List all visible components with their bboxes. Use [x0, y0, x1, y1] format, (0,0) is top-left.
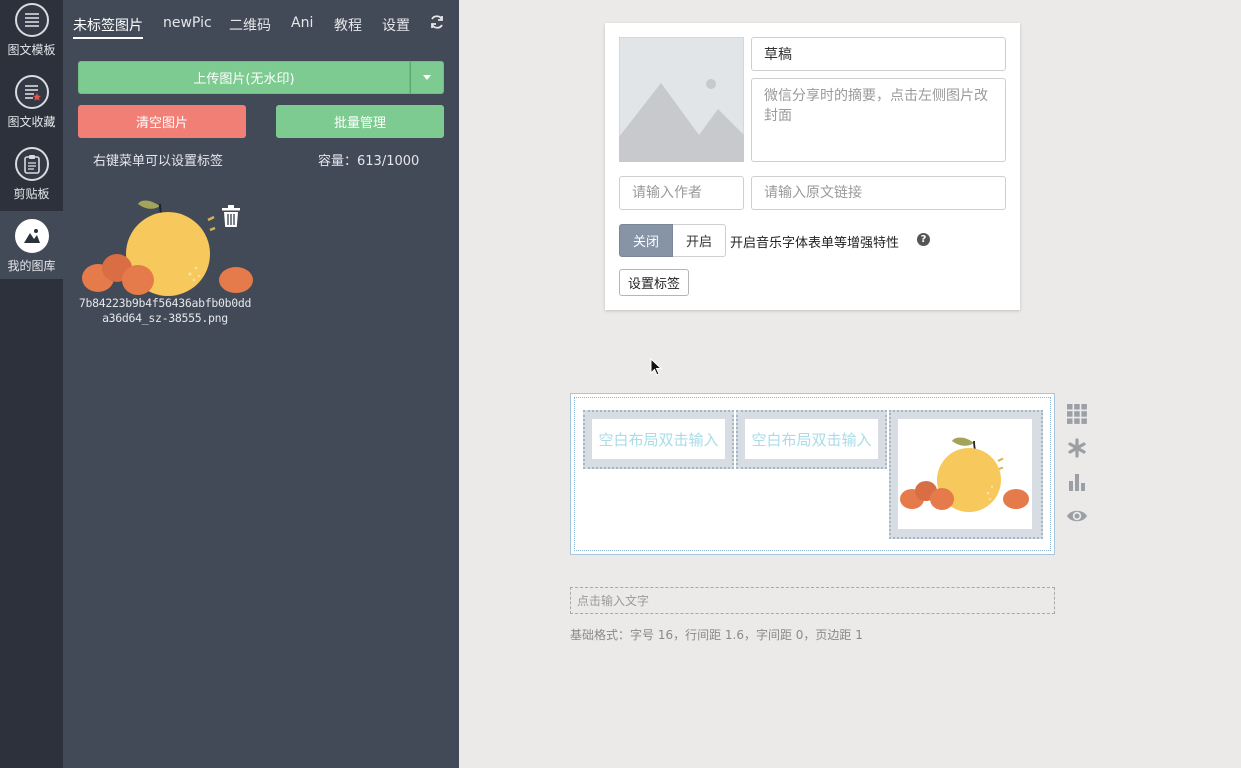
bar-chart-icon[interactable] — [1066, 471, 1090, 495]
layout-image[interactable] — [898, 419, 1032, 529]
batch-manage-button[interactable]: 批量管理 — [276, 105, 444, 138]
rail-item-clipboard[interactable]: 剪贴板 — [0, 144, 63, 212]
asterisk-settings-icon[interactable] — [1066, 437, 1090, 461]
article-title-input[interactable] — [751, 37, 1006, 71]
capacity-label: 容量：613/1000 — [318, 154, 420, 169]
gallery-panel: 未标签图片 newPic 二维码 Ani 教程 设置 上传图片(无水印) 清空图… — [63, 0, 459, 768]
author-input[interactable] — [619, 176, 744, 210]
format-info: 基础格式：字号 16，行间距 1.6，字间距 0，页边距 1 — [570, 628, 863, 642]
upload-button[interactable]: 上传图片(无水印) — [78, 61, 410, 94]
cover-image-placeholder[interactable] — [618, 36, 745, 163]
help-icon[interactable]: ? — [917, 233, 930, 246]
blank-layout-cell[interactable]: 空白布局双击输入 — [736, 410, 887, 469]
rail-item-gallery[interactable]: 我的图库 — [0, 211, 63, 279]
refresh-icon[interactable] — [429, 14, 447, 32]
favorites-icon — [14, 75, 49, 109]
blank-layout-cell[interactable]: 空白布局双击输入 — [583, 410, 734, 469]
tab-tutorial[interactable]: 教程 — [334, 15, 362, 35]
blank-cell-placeholder[interactable]: 空白布局双击输入 — [745, 419, 878, 459]
toggle-on-button[interactable]: 开启 — [673, 224, 726, 257]
caret-down-icon — [423, 75, 431, 80]
gallery-tabs: 未标签图片 newPic 二维码 Ani 教程 设置 — [63, 0, 459, 40]
left-rail: 图文模板 图文收藏 剪贴板 我的图库 — [0, 0, 63, 768]
clear-images-button[interactable]: 清空图片 — [78, 105, 246, 138]
tag-hint: 右键菜单可以设置标签 — [93, 154, 224, 169]
trash-icon[interactable] — [221, 204, 241, 228]
digest-textarea[interactable] — [751, 78, 1006, 162]
image-layout-cell[interactable] — [889, 410, 1043, 539]
blank-cell-placeholder[interactable]: 空白布局双击输入 — [592, 419, 725, 459]
mouse-pointer-icon — [650, 357, 663, 377]
set-tag-button[interactable]: 设置标签 — [619, 269, 689, 296]
clipboard-icon — [14, 147, 49, 181]
source-url-input[interactable] — [751, 176, 1006, 210]
grid-layout-icon[interactable] — [1066, 403, 1090, 427]
text-input-area[interactable] — [570, 587, 1055, 614]
rail-item-label: 图文模板 — [7, 43, 56, 57]
tab-newpic[interactable]: newPic — [163, 15, 212, 31]
rail-item-label: 我的图库 — [7, 259, 56, 273]
article-card: 关闭 开启 开启音乐字体表单等增强特性 ? 设置标签 — [605, 23, 1020, 310]
template-list-icon — [14, 3, 49, 37]
rail-item-templates[interactable]: 图文模板 — [0, 0, 63, 68]
rail-item-label: 图文收藏 — [7, 115, 56, 129]
toggle-off-button[interactable]: 关闭 — [619, 224, 673, 257]
gallery-icon — [14, 219, 49, 253]
tab-untagged[interactable]: 未标签图片 — [73, 15, 143, 39]
rail-item-label: 剪贴板 — [13, 187, 50, 201]
tab-ani[interactable]: Ani — [291, 15, 313, 31]
layout-editor[interactable]: 空白布局双击输入 空白布局双击输入 — [570, 393, 1055, 555]
tab-qrcode[interactable]: 二维码 — [229, 15, 271, 35]
eye-preview-icon[interactable] — [1066, 505, 1090, 529]
enhanced-features-label: 开启音乐字体表单等增强特性 — [730, 236, 900, 251]
image-filename: 7b84223b9b4f56436abfb0b0dda36d64_sz-3855… — [78, 296, 252, 325]
rail-item-favorites[interactable]: 图文收藏 — [0, 72, 63, 140]
upload-dropdown-button[interactable] — [410, 61, 444, 94]
layout-editor-inner: 空白布局双击输入 空白布局双击输入 — [574, 397, 1051, 551]
tab-settings[interactable]: 设置 — [382, 15, 410, 35]
